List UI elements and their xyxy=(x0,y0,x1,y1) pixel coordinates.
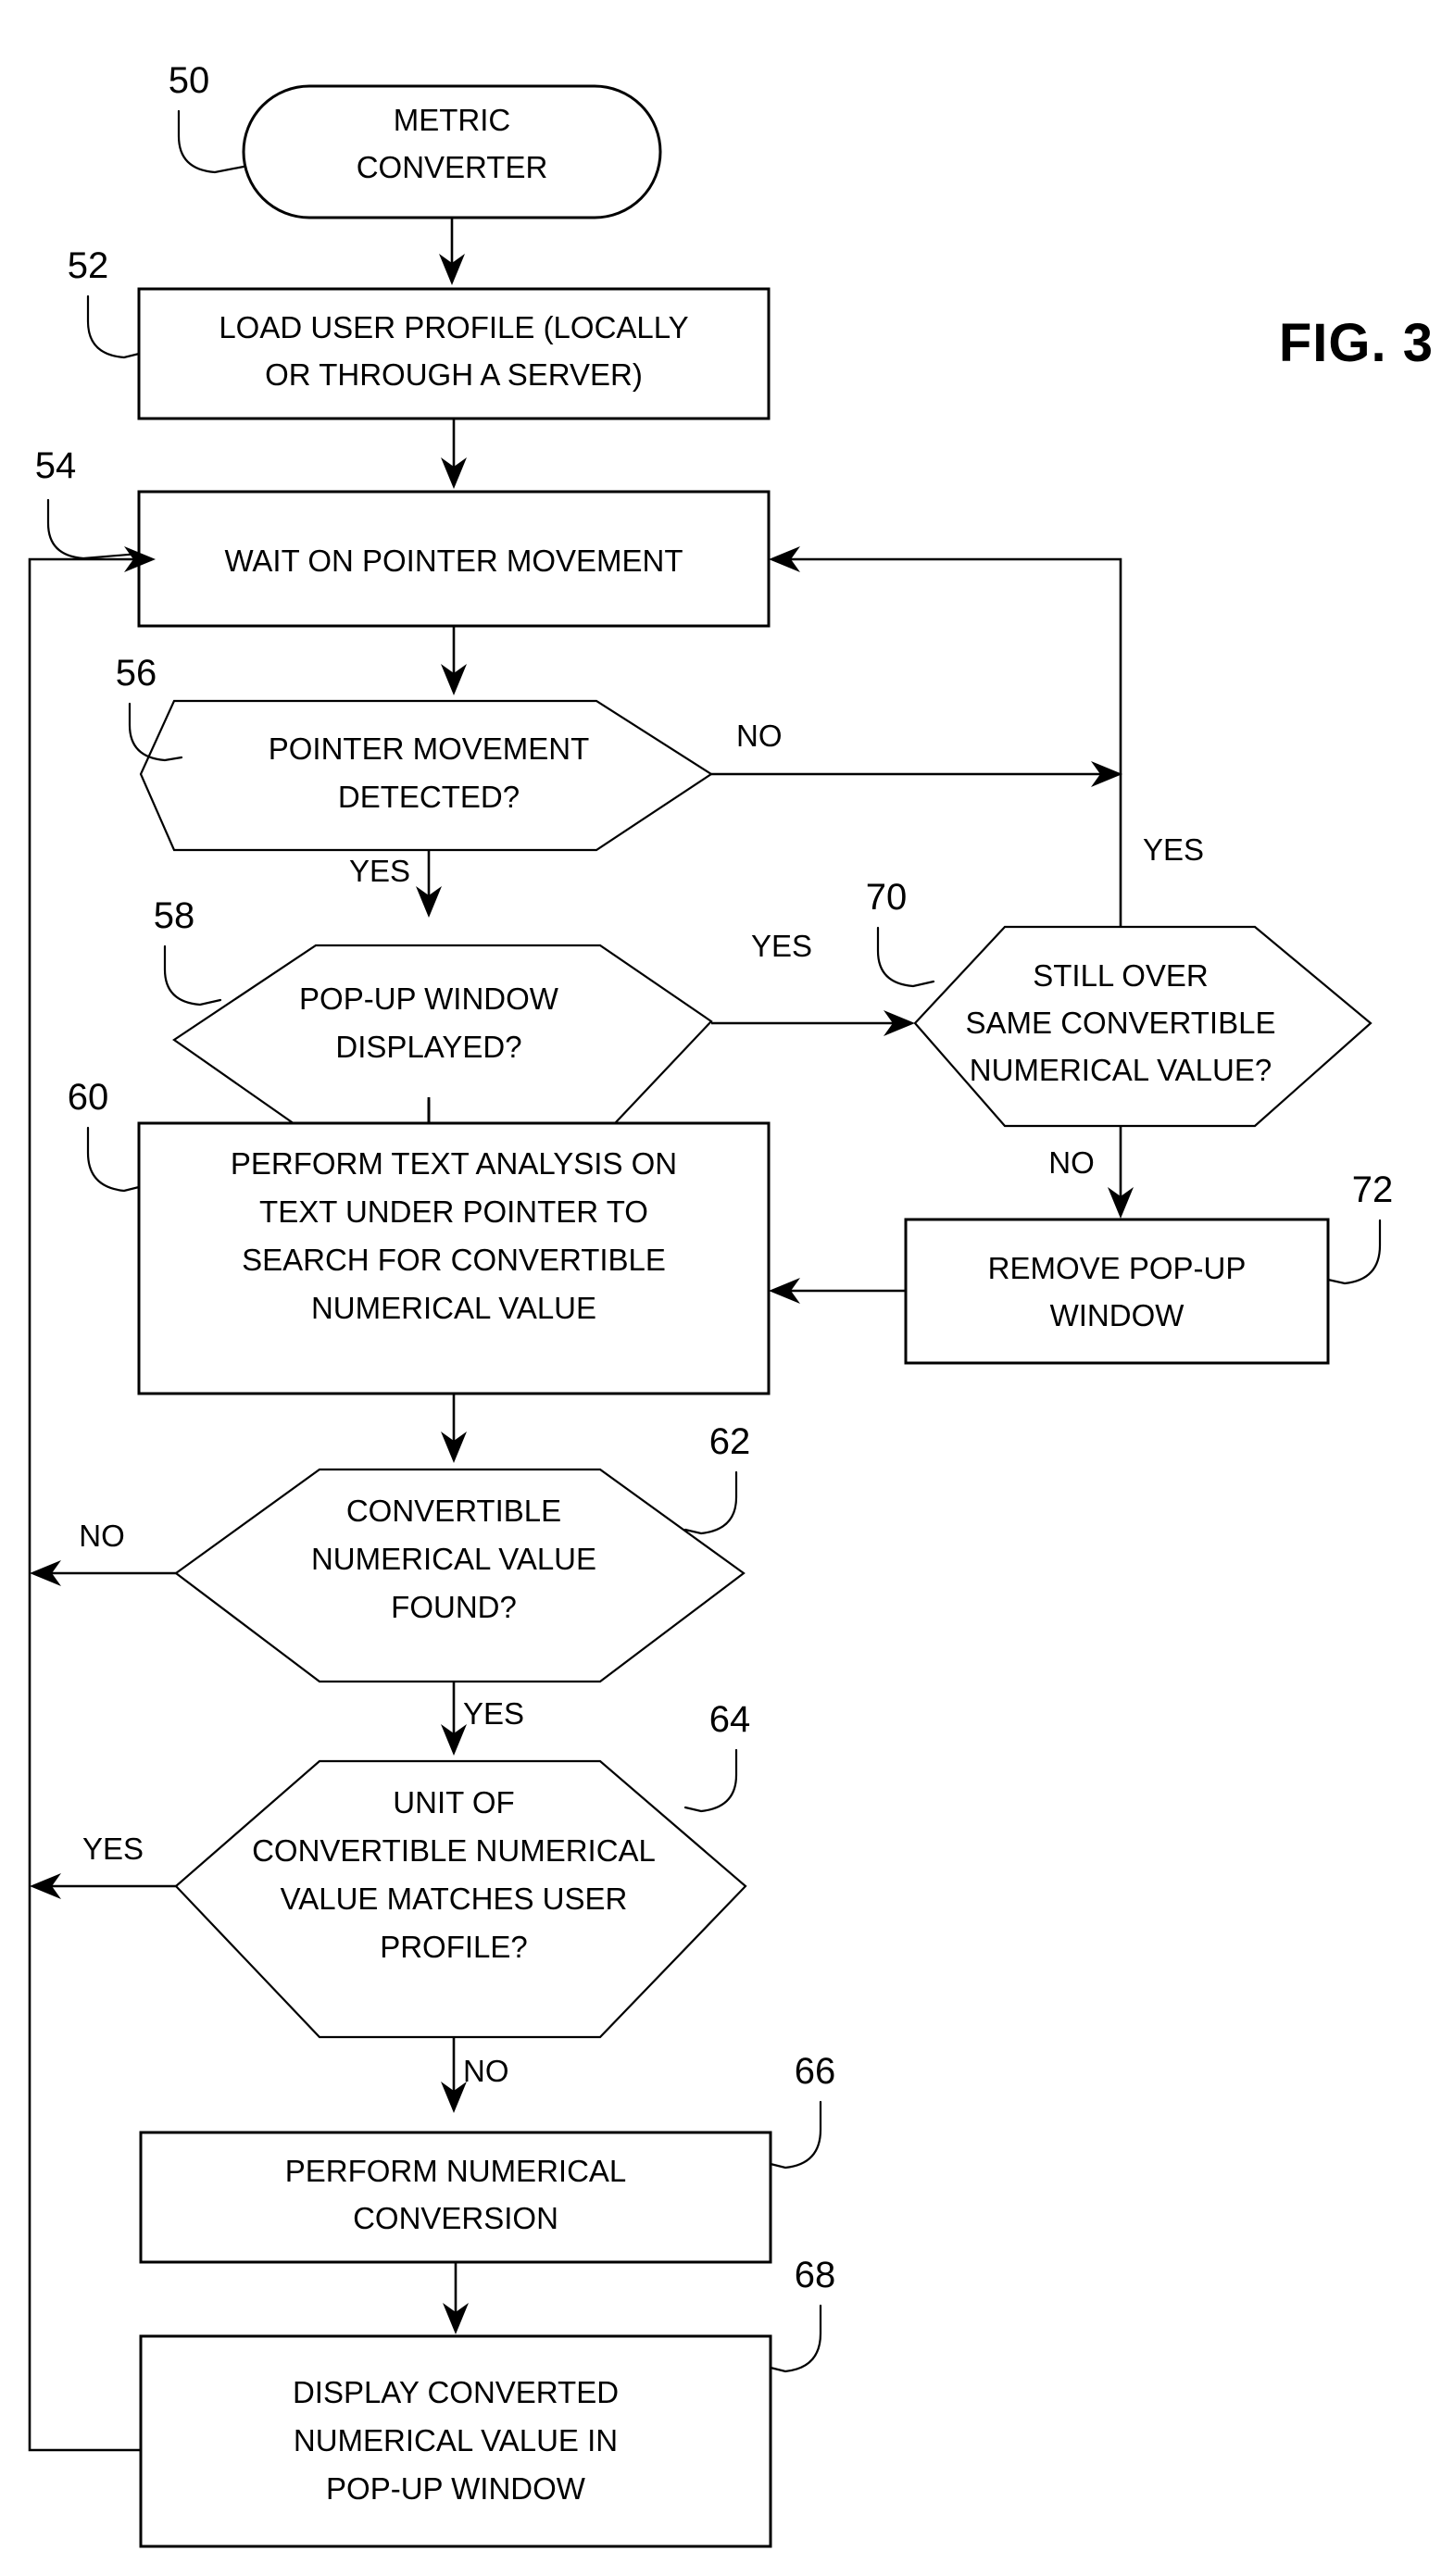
ref-number-54: 54 xyxy=(35,445,77,486)
edge-64-no-to-66: NO xyxy=(441,2037,509,2113)
edge-62-no-to-return: NO xyxy=(30,1519,176,1586)
node-70-line-0: STILL OVER xyxy=(1033,958,1209,993)
edge-56-yes-to-58: YES xyxy=(349,850,442,918)
node-70-line-1: SAME CONVERTIBLE xyxy=(966,1006,1276,1040)
node-70-still-over-same-value: STILL OVER SAME CONVERTIBLE NUMERICAL VA… xyxy=(913,925,1373,1128)
edge-label-56-yes: YES xyxy=(349,854,410,888)
node-56-pointer-movement-detected: POINTER MOVEMENT DETECTED? xyxy=(139,699,714,852)
node-62-line-1: NUMERICAL VALUE xyxy=(311,1542,596,1576)
node-72-line-1: WINDOW xyxy=(1050,1298,1185,1332)
node-68-line-0: DISPLAY CONVERTED xyxy=(293,2375,619,2409)
edge-72-to-60 xyxy=(769,1278,906,1304)
ref-number-62: 62 xyxy=(709,1421,751,1462)
node-56-line-1: DETECTED? xyxy=(338,780,520,814)
edge-62-yes-to-64: YES xyxy=(441,1682,524,1756)
leader-line-72 xyxy=(1326,1219,1382,1285)
node-64-line-3: PROFILE? xyxy=(380,1930,528,1964)
leader-line-66 xyxy=(769,2100,822,2170)
node-56-line-0: POINTER MOVEMENT xyxy=(269,732,590,766)
node-62-line-2: FOUND? xyxy=(391,1590,517,1624)
node-64-unit-matches-user-profile: UNIT OF CONVERTIBLE NUMERICAL VALUE MATC… xyxy=(174,1759,747,2039)
leader-line-62 xyxy=(683,1470,738,1535)
node-54-line-0: WAIT ON POINTER MOVEMENT xyxy=(224,544,683,578)
node-60-line-2: SEARCH FOR CONVERTIBLE xyxy=(242,1243,666,1277)
patent-figure: FIG. 3 METRIC CONVERTER 50 LOAD USER PRO… xyxy=(0,0,1454,2576)
node-64-line-0: UNIT OF xyxy=(393,1785,514,1819)
node-72-line-0: REMOVE POP-UP xyxy=(988,1251,1247,1285)
edge-label-62-no: NO xyxy=(79,1519,125,1553)
node-72-shape xyxy=(904,1218,1330,1365)
node-60-line-0: PERFORM TEXT ANALYSIS ON xyxy=(231,1146,677,1181)
node-52-line-0: LOAD USER PROFILE (LOCALLY xyxy=(219,310,688,344)
edge-68-return-line xyxy=(28,557,141,2452)
node-66-perform-numerical-conversion: PERFORM NUMERICAL CONVERSION xyxy=(139,2131,772,2264)
edge-label-64-yes: YES xyxy=(82,1832,144,1866)
node-58-line-1: DISPLAYED? xyxy=(335,1030,521,1064)
edge-56-no-to-return: NO xyxy=(711,719,1122,787)
node-50-line-0: METRIC xyxy=(394,103,511,137)
node-62-convertible-value-found: CONVERTIBLE NUMERICAL VALUE FOUND? xyxy=(174,1468,746,1683)
leader-line-58 xyxy=(163,944,222,1007)
edge-70-no-to-72: NO xyxy=(1048,1126,1134,1219)
edge-58-yes-to-70: YES xyxy=(711,929,915,1036)
node-58-popup-window-displayed: POP-UP WINDOW DISPLAYED? xyxy=(172,944,713,1141)
node-68-line-1: NUMERICAL VALUE IN xyxy=(294,2423,618,2457)
edge-70-yes-return-to-54: YES xyxy=(769,546,1204,927)
ref-number-58: 58 xyxy=(154,895,195,936)
ref-number-72: 72 xyxy=(1352,1169,1394,1210)
leader-line-50 xyxy=(177,109,245,174)
edge-70-yes-line xyxy=(783,557,1122,927)
node-60-perform-text-analysis: PERFORM TEXT ANALYSIS ON TEXT UNDER POIN… xyxy=(137,1121,771,1395)
edge-label-70-no: NO xyxy=(1048,1145,1095,1180)
node-72-remove-popup-window: REMOVE POP-UP WINDOW xyxy=(904,1218,1330,1365)
node-60-line-1: TEXT UNDER POINTER TO xyxy=(259,1194,648,1229)
leader-line-70 xyxy=(876,926,935,988)
edge-label-70-yes: YES xyxy=(1143,832,1204,867)
ref-number-50: 50 xyxy=(169,60,210,101)
edge-68-return-to-54 xyxy=(28,546,156,2452)
node-66-shape xyxy=(139,2131,772,2264)
leader-line-54 xyxy=(46,498,141,560)
edge-60-to-62 xyxy=(441,1394,467,1463)
ref-number-60: 60 xyxy=(68,1077,109,1118)
node-58-line-0: POP-UP WINDOW xyxy=(299,982,559,1016)
ref-number-64: 64 xyxy=(709,1699,751,1740)
edge-label-62-yes: YES xyxy=(463,1696,524,1731)
node-56-shape xyxy=(139,699,714,852)
node-64-line-1: CONVERTIBLE NUMERICAL xyxy=(252,1833,656,1868)
node-68-line-2: POP-UP WINDOW xyxy=(326,2471,586,2506)
flowchart-svg: FIG. 3 METRIC CONVERTER 50 LOAD USER PRO… xyxy=(28,60,1434,2548)
edge-50-to-52 xyxy=(439,218,465,285)
leader-line-64 xyxy=(683,1748,738,1813)
node-52-line-1: OR THROUGH A SERVER) xyxy=(265,357,643,392)
node-60-line-3: NUMERICAL VALUE xyxy=(311,1291,596,1325)
edge-64-yes-to-return: YES xyxy=(30,1832,176,1899)
ref-number-68: 68 xyxy=(795,2255,836,2295)
ref-number-52: 52 xyxy=(68,245,109,286)
node-52-load-user-profile: LOAD USER PROFILE (LOCALLY OR THROUGH A … xyxy=(137,287,771,420)
node-54-wait-on-pointer-movement: WAIT ON POINTER MOVEMENT xyxy=(137,490,771,628)
node-64-line-2: VALUE MATCHES USER xyxy=(281,1882,628,1916)
ref-number-56: 56 xyxy=(116,653,157,694)
node-68-display-converted-value: DISPLAY CONVERTED NUMERICAL VALUE IN POP… xyxy=(139,2334,772,2548)
node-66-line-0: PERFORM NUMERICAL xyxy=(285,2154,627,2188)
node-50-metric-converter: METRIC CONVERTER xyxy=(242,84,662,219)
edge-label-58-yes: YES xyxy=(751,929,812,963)
leader-line-68 xyxy=(769,2304,822,2373)
edge-label-56-no: NO xyxy=(736,719,783,753)
node-66-line-1: CONVERSION xyxy=(353,2201,558,2235)
edge-52-to-54 xyxy=(441,419,467,489)
edge-66-to-68 xyxy=(443,2262,469,2334)
ref-number-70: 70 xyxy=(866,877,908,918)
ref-number-66: 66 xyxy=(795,2051,836,2092)
leader-line-52 xyxy=(86,294,141,359)
node-70-line-2: NUMERICAL VALUE? xyxy=(970,1053,1272,1087)
leader-line-60 xyxy=(86,1126,141,1193)
edge-label-64-no: NO xyxy=(463,2054,509,2088)
node-50-line-1: CONVERTER xyxy=(357,150,548,184)
edge-54-to-56 xyxy=(441,626,467,695)
node-52-shape xyxy=(137,287,771,420)
node-62-line-0: CONVERTIBLE xyxy=(346,1494,561,1528)
figure-label: FIG. 3 xyxy=(1279,313,1434,373)
